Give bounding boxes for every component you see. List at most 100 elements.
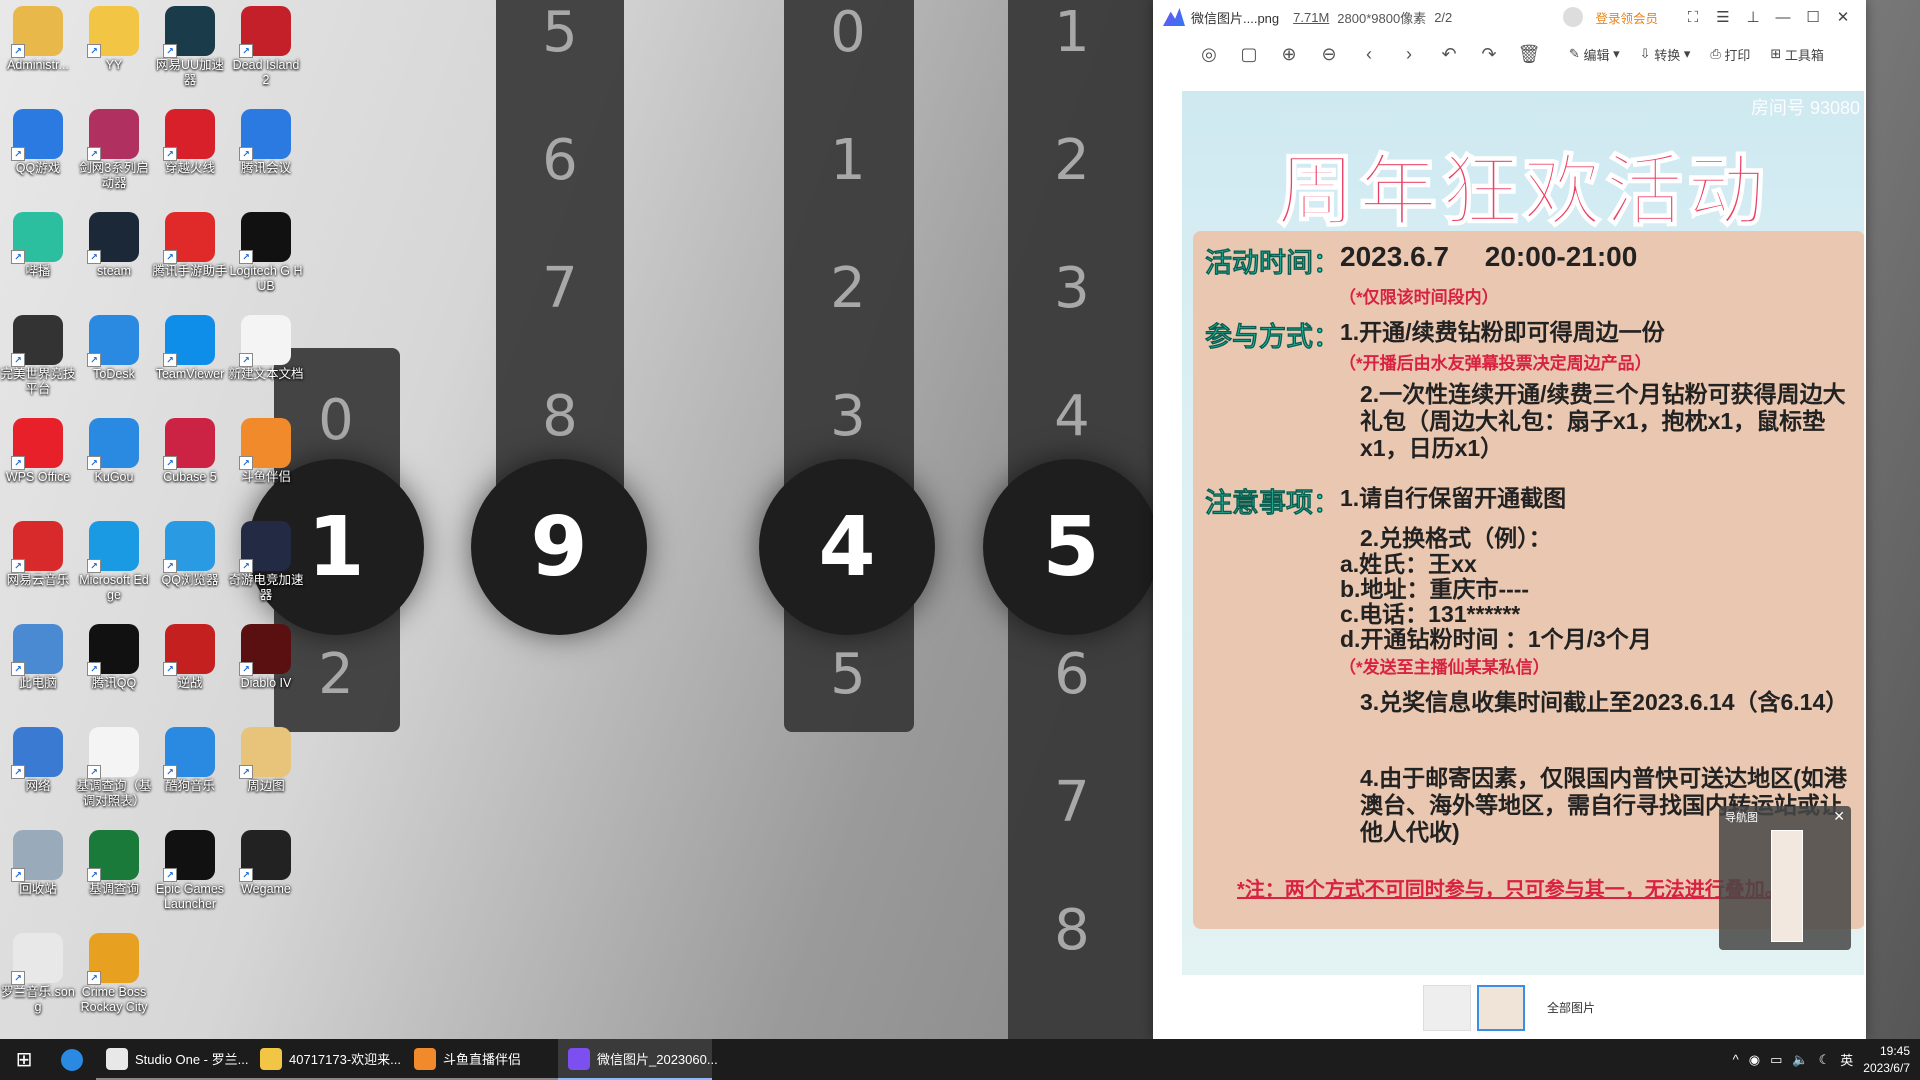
desktop-icon[interactable]: ↗ 逆战	[152, 618, 228, 691]
desktop-icon[interactable]: ↗ Wegame	[228, 824, 304, 897]
shortcut-arrow-icon: ↗	[87, 662, 101, 676]
desktop-icon[interactable]: ↗ YY	[76, 0, 152, 73]
tools-button[interactable]: ⊞ 工具箱	[1760, 39, 1834, 69]
desktop-icon-label: Cubase 5	[163, 470, 217, 484]
desktop-icon-label: ToDesk	[93, 367, 135, 381]
convert-button[interactable]: ⇩ 转换 ▾	[1630, 39, 1701, 69]
desktop-icon[interactable]: ↗ ToDesk	[76, 309, 152, 382]
network-icon[interactable]: ▭	[1770, 1052, 1782, 1068]
fit-window-icon[interactable]: ▢	[1229, 39, 1269, 69]
minimap-close-icon[interactable]: ✕	[1833, 808, 1845, 825]
thumbnail-1[interactable]	[1423, 984, 1471, 1031]
taskbar-app-button[interactable]: 斗鱼直播伴侣	[404, 1039, 558, 1080]
image-canvas[interactable]: 房间号 93080 周年狂欢活动 活动时间： 2023.6.7 20:00-21…	[1153, 78, 1866, 976]
desktop-icon[interactable]: ↗ QQ游戏	[0, 103, 76, 176]
original-size-icon[interactable]: ◎	[1189, 39, 1229, 69]
taskbar-app-button[interactable]: 微信图片_2023060...	[558, 1039, 718, 1080]
desktop-icon-label: Diablo IV	[240, 676, 292, 690]
desktop-icon[interactable]: ↗ Administr...	[0, 0, 76, 73]
shortcut-arrow-icon: ↗	[163, 868, 177, 882]
desktop-icon[interactable]: ↗ 奇游电竞加速器	[228, 515, 304, 603]
shortcut-arrow-icon: ↗	[11, 662, 25, 676]
shortcut-arrow-icon: ↗	[11, 868, 25, 882]
menu-icon[interactable]: ☰	[1710, 8, 1736, 26]
taskbar-app-label: 微信图片_2023060...	[597, 1052, 718, 1067]
desktop-icon[interactable]: ↗ 此电脑	[0, 618, 76, 691]
zoom-in-icon[interactable]: ⊕	[1269, 39, 1309, 69]
desktop-icon[interactable]: ↗ 基调查询（基调对照表）	[76, 721, 152, 809]
desktop-icon[interactable]: ↗ QQ浏览器	[152, 515, 228, 588]
fullscreen-icon[interactable]: ⛶	[1680, 9, 1706, 26]
kugou-pinned-icon[interactable]	[48, 1039, 96, 1080]
desktop-icon[interactable]: ↗ 腾讯手游助手	[152, 206, 228, 279]
desktop-icon[interactable]: ↗ 回收站	[0, 824, 76, 897]
ime-language[interactable]: 英	[1840, 1050, 1853, 1069]
desktop-icon[interactable]: ↗ 腾讯QQ	[76, 618, 152, 691]
text-file-icon: ↗	[239, 315, 291, 367]
system-clock[interactable]: 19:45 2023/6/7	[1863, 1043, 1910, 1077]
qiyou-icon: ↗	[239, 521, 291, 573]
all-images-link[interactable]: 全部图片	[1547, 999, 1595, 1016]
desktop-icon[interactable]: ↗ 罗兰音乐.song	[0, 927, 76, 1015]
desktop-icon[interactable]: ↗ steam	[76, 206, 152, 279]
delete-icon[interactable]: 🗑	[1509, 39, 1549, 69]
tray-expand-icon[interactable]: ^	[1733, 1052, 1739, 1067]
desktop-icon[interactable]: ↗ WPS Office	[0, 412, 76, 485]
rotate-left-icon[interactable]: ↶	[1429, 39, 1469, 69]
desktop-icon[interactable]: ↗ KuGou	[76, 412, 152, 485]
viewer-file-size[interactable]: 7.71M	[1293, 10, 1329, 25]
pin-icon[interactable]: ⊥	[1740, 8, 1766, 26]
next-image-icon[interactable]: ›	[1389, 39, 1429, 69]
shortcut-arrow-icon: ↗	[87, 971, 101, 985]
prev-image-icon[interactable]: ‹	[1349, 39, 1389, 69]
desktop-icon[interactable]: ↗ 剑网3系列启动器	[76, 103, 152, 191]
zoom-out-icon[interactable]: ⊖	[1309, 39, 1349, 69]
close-icon[interactable]: ✕	[1830, 8, 1856, 26]
desktop-icon[interactable]: ↗ 腾讯会议	[228, 103, 304, 176]
desktop-icon[interactable]: ↗ 周边图	[228, 721, 304, 794]
clock-digit: 3	[1054, 256, 1090, 321]
desktop-icon[interactable]: ↗ 网易云音乐	[0, 515, 76, 588]
thumbnail-2[interactable]	[1477, 984, 1525, 1031]
desktop-icon[interactable]: ↗ 基调查询	[76, 824, 152, 897]
rotate-right-icon[interactable]: ↷	[1469, 39, 1509, 69]
image-viewer-window[interactable]: 微信图片....png 7.71M 2800*9800像素 2/2 登录领会员 …	[1153, 0, 1866, 1039]
taskbar-app-button[interactable]: 40717173-欢迎来...	[250, 1039, 404, 1080]
desktop-icon[interactable]: ↗ 新建文本文档	[228, 309, 304, 382]
desktop-icon[interactable]: ↗ TeamViewer	[152, 309, 228, 382]
viewer-file-name: 微信图片....png	[1191, 10, 1280, 26]
desktop-icon[interactable]: ↗ Crime Boss Rockay City	[76, 927, 152, 1015]
desktop-icon[interactable]: ↗ 穿越火线	[152, 103, 228, 176]
volume-icon[interactable]: 🔈	[1792, 1052, 1808, 1068]
desktop-icon[interactable]: ↗ Epic Games Launcher	[152, 824, 228, 912]
time-note: （*仅限该时间段内）	[1339, 288, 1499, 307]
steam-icon: ↗	[87, 212, 139, 264]
desktop-icon[interactable]: ↗ Diablo IV	[228, 618, 304, 691]
shortcut-arrow-icon: ↗	[87, 44, 101, 58]
navigator-minimap[interactable]: 导航图 ✕	[1719, 806, 1851, 950]
desktop-icon-label: 奇游电竞加速器	[228, 573, 304, 602]
desktop-icon[interactable]: ↗ Logitech G HUB	[228, 206, 304, 294]
ime-mode-icon[interactable]: ☾	[1819, 1052, 1831, 1068]
tray-app-icon[interactable]: ◉	[1749, 1052, 1760, 1068]
desktop-icon[interactable]: ↗ 酷狗音乐	[152, 721, 228, 794]
viewer-logo-icon	[1163, 8, 1185, 26]
desktop-icon[interactable]: ↗ 网络	[0, 721, 76, 794]
minimize-icon[interactable]: —	[1770, 9, 1796, 26]
desktop-icon[interactable]: ↗ Dead Island 2	[228, 0, 304, 88]
desktop-icon[interactable]: ↗ 完美世界竞技平台	[0, 309, 76, 397]
desktop-icon[interactable]: ↗ 哔播	[0, 206, 76, 279]
print-button[interactable]: ⎙ 打印	[1700, 39, 1760, 69]
desktop-icon[interactable]: ↗ Cubase 5	[152, 412, 228, 485]
desktop-icon[interactable]: ↗ 网易UU加速器	[152, 0, 228, 88]
maximize-icon[interactable]: ☐	[1800, 8, 1826, 26]
desktop-icon[interactable]: ↗ 斗鱼伴侣	[228, 412, 304, 485]
vip-login-link[interactable]: 登录领会员	[1595, 8, 1658, 27]
avatar[interactable]	[1563, 7, 1584, 27]
taskbar-app-button[interactable]: Studio One - 罗兰...	[96, 1039, 250, 1080]
start-button[interactable]: ⊞	[0, 1039, 48, 1080]
desktop-icon[interactable]: ↗ Microsoft Edge	[76, 515, 152, 603]
viewer-titlebar[interactable]: 微信图片....png 7.71M 2800*9800像素 2/2 登录领会员 …	[1153, 0, 1866, 34]
minimap-preview[interactable]	[1771, 830, 1803, 942]
edit-button[interactable]: ✎ 编辑 ▾	[1559, 39, 1630, 69]
